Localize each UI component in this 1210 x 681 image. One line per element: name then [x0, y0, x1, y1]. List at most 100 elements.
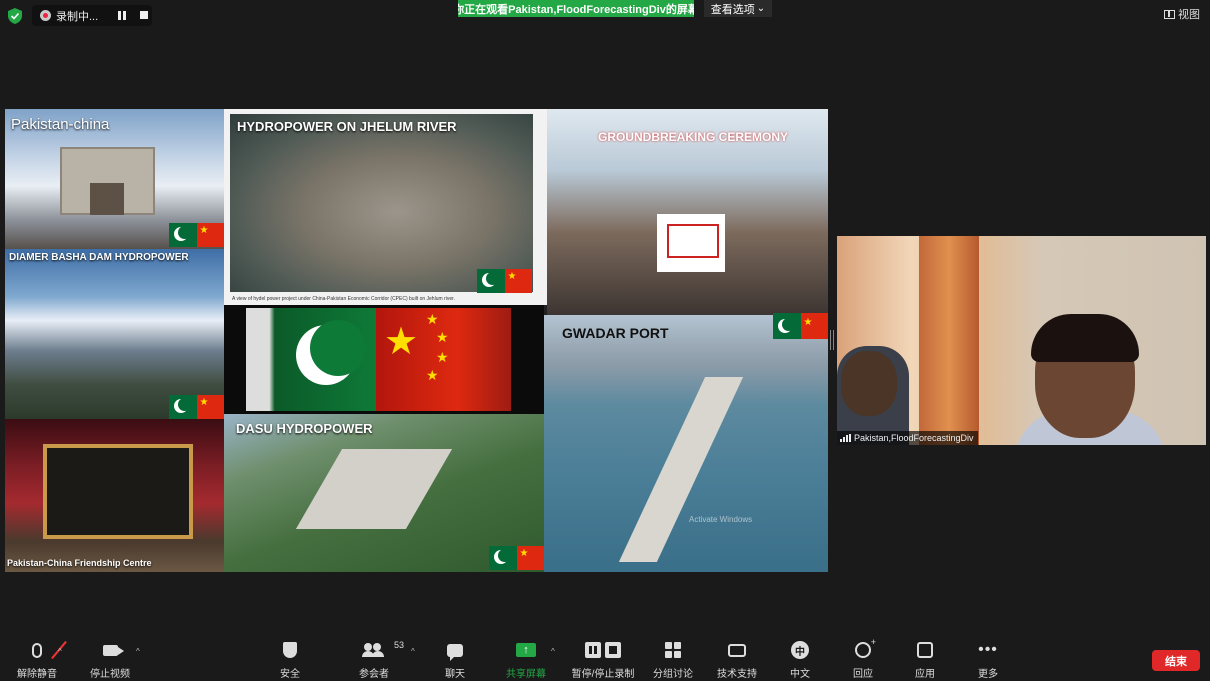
share-screen-button[interactable]: ↑ 共享屏幕	[502, 637, 550, 681]
khunjerab-pass-image: Pakistan-china	[5, 109, 224, 249]
curtain-shape	[919, 236, 979, 445]
stop-video-label: 停止视频	[90, 669, 130, 680]
caption-gwadar-port: GWADAR PORT	[562, 325, 669, 341]
pak-china-flags-icon	[773, 315, 828, 339]
share-options-caret-icon[interactable]: ^	[551, 647, 555, 656]
audio-options-caret-icon[interactable]: ^	[58, 647, 62, 656]
stop-video-button[interactable]: 停止视频	[84, 637, 136, 681]
view-layout-button[interactable]: 视图	[1164, 6, 1200, 22]
panel-resize-handle[interactable]	[830, 330, 834, 350]
participant-name: Pakistan,FloodForecastingDiv	[854, 433, 974, 443]
stop-icon	[605, 642, 621, 658]
activate-windows-watermark: Activate Windows	[689, 515, 753, 524]
friendship-centre-image: Pakistan-China Friendship Centre	[5, 419, 224, 572]
language-button[interactable]: 中 中文	[786, 637, 814, 681]
apps-label: 应用	[915, 669, 935, 680]
meeting-toolbar: 解除静音 ^ 停止视频 ^ 安全 53 参会者 ^ 聊天 ↑ 共享屏幕 ^ 暂停…	[0, 637, 1210, 681]
diamer-basha-dam-image: DIAMER BASHA DAM HYDROPOWER	[5, 249, 224, 419]
security-shield-icon	[283, 642, 297, 658]
small-star-icon: ★	[426, 311, 439, 327]
encryption-shield-icon[interactable]	[8, 8, 22, 24]
participants-button[interactable]: 53 参会者	[352, 637, 404, 681]
big-star-icon: ★	[384, 321, 419, 363]
chat-label: 聊天	[445, 669, 465, 680]
hydel-project-photo	[230, 114, 533, 292]
participant-head-shape	[841, 351, 897, 416]
recording-label: 录制中...	[56, 10, 99, 23]
microphone-muted-icon	[32, 642, 42, 658]
gwadar-port-image: GWADAR PORT Activate Windows	[544, 315, 828, 572]
crescent-cutout-shape	[310, 320, 366, 376]
reactions-smiley-icon	[855, 637, 876, 658]
port-pier-shape	[618, 377, 744, 562]
pak-china-flags-icon	[477, 269, 532, 293]
pak-china-flags-icon	[489, 546, 544, 570]
reactions-label: 回应	[853, 669, 873, 680]
video-options-caret-icon[interactable]: ^	[136, 647, 140, 656]
participant-name-tag: Pakistan,FloodForecastingDiv	[837, 431, 978, 445]
caption-friendship-centre: Pakistan-China Friendship Centre	[7, 558, 152, 568]
security-label: 安全	[280, 669, 300, 680]
caption-jhelum-note: A view of hydel power project under Chin…	[232, 296, 455, 302]
small-star-icon: ★	[436, 349, 449, 365]
stop-recording-icon[interactable]	[138, 10, 150, 21]
zoom-meeting-window: 录制中... 你正在观看Pakistan,FloodForecastingDiv…	[0, 0, 1210, 681]
pak-china-flags-icon	[169, 395, 224, 419]
chevron-down-icon: ⌄	[756, 3, 766, 14]
ceremony-board-shape	[657, 214, 725, 272]
breakout-rooms-button[interactable]: 分组讨论	[650, 637, 696, 681]
unmute-label: 解除静音	[17, 669, 57, 680]
participants-icon	[362, 643, 384, 657]
more-dots-icon: •••	[978, 641, 998, 658]
language-label: 中文	[790, 669, 810, 680]
recording-indicator: 录制中...	[32, 5, 152, 26]
layout-icon	[1164, 9, 1175, 19]
share-screen-icon: ↑	[516, 643, 536, 657]
signal-strength-icon	[840, 434, 851, 442]
pause-stop-recording-button[interactable]: 暂停/停止录制	[568, 637, 638, 681]
security-button[interactable]: 安全	[272, 637, 308, 681]
caption-dasu-hydropower: DASU HYDROPOWER	[236, 421, 373, 436]
caption-pakistan-china: Pakistan-china	[11, 116, 110, 133]
video-camera-icon	[102, 644, 124, 656]
view-layout-label: 视图	[1178, 9, 1200, 21]
more-label: 更多	[978, 669, 998, 680]
tech-support-button[interactable]: 技术支持	[714, 637, 760, 681]
breakout-rooms-icon	[665, 642, 681, 658]
dasu-hydropower-image: DASU HYDROPOWER	[224, 414, 544, 572]
more-button[interactable]: ••• 更多	[974, 637, 1002, 681]
unmute-button[interactable]: 解除静音	[10, 637, 67, 681]
small-star-icon: ★	[426, 367, 439, 383]
tech-support-label: 技术支持	[717, 669, 757, 680]
dam-shape	[295, 449, 453, 529]
participant-video-tile[interactable]: Pakistan,FloodForecastingDiv	[837, 236, 1206, 445]
small-star-icon: ★	[436, 329, 449, 345]
participants-label: 参会者	[359, 669, 389, 680]
caption-hydropower-jhelum: HYDROPOWER ON JHELUM RIVER	[237, 119, 457, 134]
language-icon: 中	[791, 641, 809, 659]
pause-icon	[585, 642, 601, 658]
groundbreaking-ceremony-image: GROUNDBREAKING CEREMONY	[547, 109, 828, 315]
pause-stop-recording-label: 暂停/停止录制	[571, 669, 635, 680]
chat-button[interactable]: 聊天	[440, 637, 470, 681]
border-gate-shape	[60, 147, 155, 215]
pak-china-flags-icon	[169, 223, 224, 247]
participants-count: 53	[394, 640, 405, 650]
reactions-button[interactable]: 回应	[850, 637, 876, 681]
apps-icon	[917, 642, 933, 658]
caption-groundbreaking: GROUNDBREAKING CEREMONY	[598, 130, 789, 144]
view-options-label: 查看选项	[710, 3, 755, 16]
shared-screen: Pakistan-china HYDROPOWER ON JHELUM RIVE…	[5, 109, 828, 572]
chat-bubble-icon	[447, 643, 463, 661]
end-meeting-button[interactable]: 结束	[1152, 650, 1200, 671]
caption-diamer-basha: DIAMER BASHA DAM HYDROPOWER	[9, 252, 189, 263]
pause-recording-icon[interactable]	[116, 10, 128, 21]
pak-china-flags-image: ★ ★ ★ ★ ★	[224, 305, 544, 414]
recording-dot-icon	[40, 10, 51, 21]
participant-hair-shape	[1031, 314, 1139, 362]
participants-options-caret-icon[interactable]: ^	[411, 647, 415, 656]
apps-button[interactable]: 应用	[912, 637, 938, 681]
view-options-button[interactable]: 查看选项 ⌄	[704, 0, 772, 17]
tech-support-icon	[728, 643, 746, 657]
stage-shape	[43, 444, 193, 539]
